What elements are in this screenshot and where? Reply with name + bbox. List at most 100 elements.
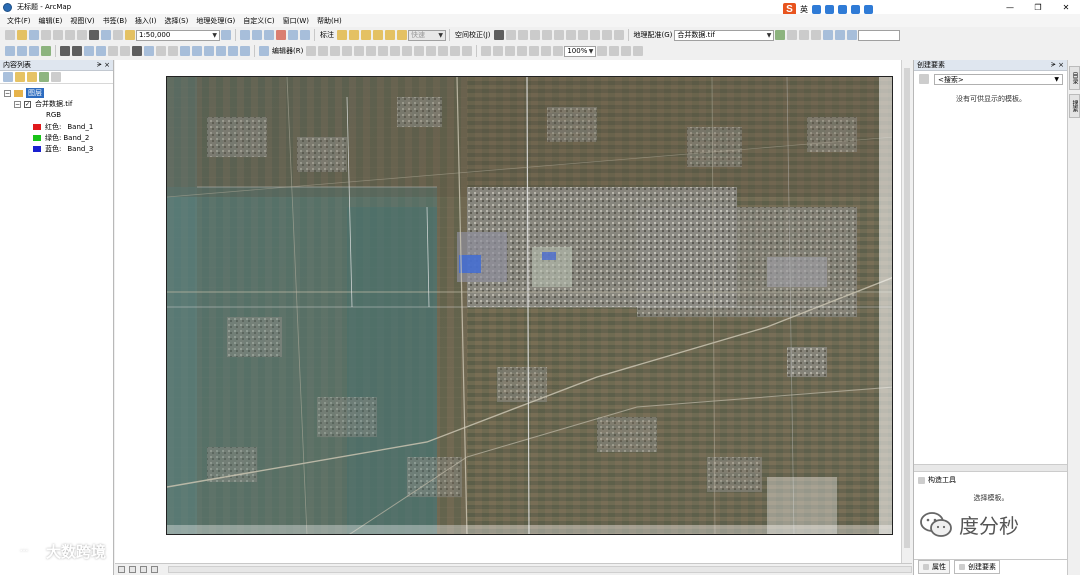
fixed-zoom-in-icon[interactable] xyxy=(60,46,70,56)
viewer-icon[interactable] xyxy=(835,30,846,40)
map-vertical-scrollbar[interactable] xyxy=(901,60,912,563)
save-icon[interactable] xyxy=(29,30,39,40)
menu-view[interactable]: 视图(V) xyxy=(66,16,98,26)
python-window-icon[interactable] xyxy=(288,30,298,40)
toggle-draft-icon[interactable] xyxy=(597,46,608,56)
rotate-feature-icon[interactable] xyxy=(426,46,437,56)
toc-band-red-row[interactable]: 红色: Band_1 xyxy=(33,122,93,132)
map-display[interactable] xyxy=(115,60,901,563)
create-features-pin-close[interactable]: ᗒ × xyxy=(1051,61,1064,70)
menu-file[interactable]: 文件(F) xyxy=(3,16,35,26)
catalog-window-icon[interactable] xyxy=(252,30,262,40)
label-quality-combo[interactable]: 快速 ▼ xyxy=(408,29,446,41)
select-elements-icon[interactable] xyxy=(132,46,142,56)
redo-icon[interactable] xyxy=(113,30,123,40)
arctoolbox-icon[interactable] xyxy=(276,30,286,40)
open-icon[interactable] xyxy=(17,30,27,40)
catalog-side-tab[interactable]: 目录 xyxy=(1069,66,1080,90)
back-extent-icon[interactable] xyxy=(84,46,94,56)
identify-icon[interactable] xyxy=(144,46,154,56)
preview-icon[interactable] xyxy=(613,30,624,40)
create-viewer-icon[interactable] xyxy=(240,46,250,56)
menu-selection[interactable]: 选择(S) xyxy=(160,16,192,26)
layers-label[interactable]: 图层 xyxy=(26,88,44,98)
satellite-raster[interactable] xyxy=(166,76,893,535)
label-weights-icon[interactable] xyxy=(361,30,371,40)
layout-zoom-out-icon[interactable] xyxy=(493,46,504,56)
menu-windows[interactable]: 窗口(W) xyxy=(279,16,313,26)
georeferencing-menu[interactable]: 地理配准(G) xyxy=(634,30,673,40)
menu-edit[interactable]: 编辑(E) xyxy=(35,16,67,26)
collapse-icon[interactable]: − xyxy=(4,89,11,97)
labeling-menu[interactable]: 标注 xyxy=(320,30,334,40)
change-layout-icon[interactable] xyxy=(621,46,632,56)
panel-splitter[interactable] xyxy=(914,464,1068,472)
fixed-zoom-out-layout-icon[interactable] xyxy=(553,46,564,56)
ime-punct-icon[interactable] xyxy=(812,4,821,14)
delete-icon[interactable] xyxy=(89,30,99,40)
list-by-selection-icon[interactable] xyxy=(39,72,49,82)
ime-lang-toggle[interactable]: 英 xyxy=(800,4,808,15)
search-side-tab[interactable]: 搜索 xyxy=(1069,94,1080,118)
spatial-adjustment-menu[interactable]: 空间校正(J) xyxy=(455,30,491,40)
fixed-zoom-out-icon[interactable] xyxy=(72,46,82,56)
data-view-icon[interactable] xyxy=(118,566,125,573)
edit-vertices-icon[interactable] xyxy=(378,46,389,56)
toc-layers-row[interactable]: − 图层 xyxy=(4,88,44,98)
forward-extent-icon[interactable] xyxy=(96,46,106,56)
undo-icon[interactable] xyxy=(101,30,111,40)
restore-button[interactable]: ❐ xyxy=(1024,0,1052,14)
select-features-icon[interactable] xyxy=(108,46,118,56)
georef-layer-combo[interactable]: 合并数据.tif ▼ xyxy=(674,29,775,41)
tab-create-features[interactable]: 创建要素 xyxy=(954,559,1000,574)
layer-name[interactable]: 合并数据.tif xyxy=(35,99,72,109)
menu-customize[interactable]: 自定义(C) xyxy=(239,16,278,26)
ime-mic-icon[interactable] xyxy=(825,4,834,14)
toc-window-icon[interactable] xyxy=(240,30,250,40)
layout-zoom-in-icon[interactable] xyxy=(481,46,492,56)
multi-link-icon[interactable] xyxy=(529,30,540,40)
label-manager-icon[interactable] xyxy=(337,30,347,40)
create-features-icon[interactable] xyxy=(462,46,473,56)
refresh-view-icon[interactable] xyxy=(140,566,147,573)
minimize-button[interactable]: — xyxy=(996,0,1024,14)
toc-layer-row[interactable]: − ✓ 合并数据.tif xyxy=(14,99,72,109)
edit-tool-icon[interactable] xyxy=(306,46,317,56)
html-popup-icon[interactable] xyxy=(168,46,178,56)
editor-menu[interactable]: 编辑器(R) xyxy=(272,46,303,56)
straight-segment-icon[interactable] xyxy=(330,46,341,56)
modify-link-icon[interactable] xyxy=(517,30,528,40)
end-point-arc-icon[interactable] xyxy=(342,46,353,56)
scale-icon[interactable] xyxy=(811,30,822,40)
template-search-input[interactable]: <搜索> ▼ xyxy=(934,74,1063,85)
zoom-100-icon[interactable] xyxy=(529,46,540,56)
edit-annotation-icon[interactable] xyxy=(318,46,329,56)
toc-band-green-row[interactable]: 绿色: Band_2 xyxy=(33,133,89,143)
edge-match-icon[interactable] xyxy=(601,30,612,40)
measure-icon[interactable] xyxy=(180,46,190,56)
menu-insert[interactable]: 插入(I) xyxy=(131,16,161,26)
toc-options-icon[interactable] xyxy=(51,72,61,82)
layout-view-icon[interactable] xyxy=(129,566,136,573)
map-horizontal-scrollbar[interactable] xyxy=(168,566,912,573)
layout-pan-icon[interactable] xyxy=(505,46,516,56)
lock-labels-icon[interactable] xyxy=(373,30,383,40)
copy-icon[interactable] xyxy=(65,30,75,40)
ime-tools-icon[interactable] xyxy=(864,4,873,14)
zoom-in-icon[interactable] xyxy=(5,46,15,56)
link-table-icon[interactable] xyxy=(565,30,576,40)
point-icon[interactable] xyxy=(366,46,377,56)
new-displacement-link-icon[interactable] xyxy=(505,30,516,40)
go-to-xy-icon[interactable] xyxy=(216,46,226,56)
view-unplaced-icon[interactable] xyxy=(397,30,407,40)
paste-icon[interactable] xyxy=(77,30,87,40)
list-by-visibility-icon[interactable] xyxy=(27,72,37,82)
find-route-icon[interactable] xyxy=(204,46,214,56)
fixed-zoom-in-layout-icon[interactable] xyxy=(541,46,552,56)
editor-toolbar-icon[interactable] xyxy=(221,30,231,40)
focus-data-frame-icon[interactable] xyxy=(609,46,620,56)
add-data-icon[interactable] xyxy=(125,30,135,40)
zoom-out-icon[interactable] xyxy=(17,46,27,56)
model-builder-icon[interactable] xyxy=(300,30,310,40)
add-control-points-icon[interactable] xyxy=(775,30,786,40)
